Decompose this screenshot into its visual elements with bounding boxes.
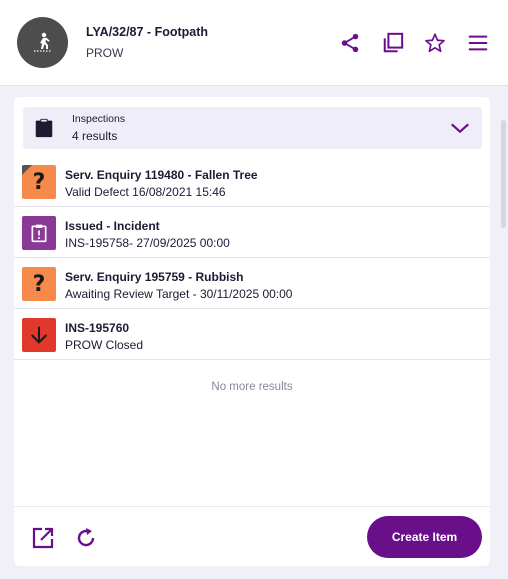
favourite-button[interactable]	[423, 31, 447, 55]
menu-icon	[468, 35, 488, 51]
group-count: 4 results	[72, 129, 118, 143]
no-more-results-text: No more results	[211, 381, 293, 393]
open-external-icon[interactable]	[31, 526, 55, 550]
list-item[interactable]: ? Serv. Enquiry 119480 - Fallen Tree Val…	[14, 156, 490, 207]
item-status-icon	[22, 318, 56, 352]
item-subtitle: Valid Defect 16/08/2021 15:46	[65, 185, 226, 199]
page-subtitle: PROW	[86, 46, 124, 60]
share-button[interactable]	[338, 31, 362, 55]
pedestrian-walking-icon	[33, 32, 52, 52]
avatar	[17, 17, 68, 68]
footer-divider	[14, 506, 490, 507]
item-title: Serv. Enquiry 119480 - Fallen Tree	[65, 168, 258, 182]
header-title-block: LYA/32/87 - Footpath PROW	[86, 25, 208, 60]
create-item-button[interactable]: Create Item	[367, 516, 482, 558]
star-icon	[425, 33, 445, 53]
question-mark-icon: ?	[32, 169, 46, 195]
list-item[interactable]: INS-195760 PROW Closed	[14, 309, 490, 360]
item-title: Serv. Enquiry 195759 - Rubbish	[65, 270, 244, 284]
refresh-icon[interactable]	[74, 526, 98, 550]
list-item[interactable]: Issued - Incident INS-195758- 27/09/2025…	[14, 207, 490, 258]
item-subtitle: INS-195758- 27/09/2025 00:00	[65, 236, 230, 250]
share-icon	[341, 33, 359, 53]
item-status-icon	[22, 216, 56, 250]
chevron-down-icon[interactable]	[449, 119, 471, 137]
arrow-down-icon	[30, 326, 48, 344]
scrollbar[interactable]	[501, 120, 506, 228]
clipboard-alert-icon	[31, 224, 47, 243]
clipboard-icon	[35, 118, 53, 138]
copy-icon	[383, 32, 404, 53]
menu-button[interactable]	[466, 31, 490, 55]
list-item[interactable]: ? Serv. Enquiry 195759 - Rubbish Awaitin…	[14, 258, 490, 309]
group-label: Inspections	[72, 113, 126, 125]
item-title: INS-195760	[65, 321, 130, 335]
copy-button[interactable]	[381, 31, 405, 55]
item-subtitle: Awaiting Review Target - 30/11/2025 00:0…	[65, 287, 293, 301]
inspections-group-header[interactable]: Inspections 4 results	[23, 107, 482, 149]
results-list: ? Serv. Enquiry 119480 - Fallen Tree Val…	[14, 156, 490, 360]
item-status-icon: ?	[22, 267, 56, 301]
item-status-icon: ?	[22, 165, 56, 199]
question-mark-icon: ?	[32, 271, 46, 297]
results-panel: Inspections 4 results ? Serv. Enquiry 11…	[14, 97, 490, 566]
item-title: Issued - Incident	[65, 219, 160, 233]
item-subtitle: PROW Closed	[65, 338, 144, 352]
page-title: LYA/32/87 - Footpath	[86, 25, 209, 39]
header-bar: LYA/32/87 - Footpath PROW	[0, 0, 508, 86]
